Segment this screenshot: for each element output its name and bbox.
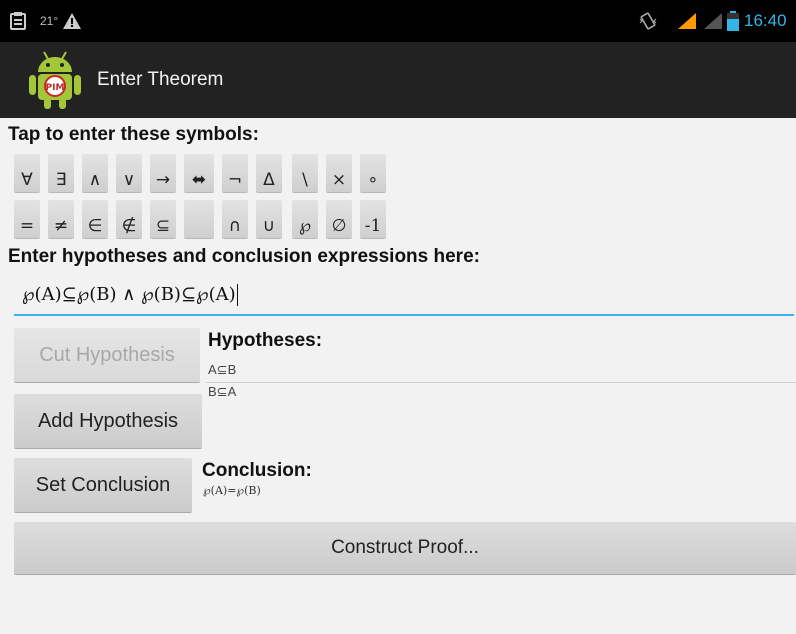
symbols-instruction: Tap to enter these symbols: (8, 124, 259, 145)
status-bar: 21° 16:40 (0, 0, 796, 42)
signal-secondary-icon (702, 0, 724, 42)
symbol-forall-button[interactable]: ∀ (14, 154, 40, 192)
theorem-entry-form: Tap to enter these symbols: ∀ ∃ ∧ ∨ → ⬌ … (0, 118, 796, 634)
symbol-inverse-button[interactable]: -1 (360, 200, 386, 238)
symbol-exists-button[interactable]: ∃ (48, 154, 74, 192)
hypothesis-item[interactable]: A⊆B (206, 358, 796, 382)
action-bar: PIM Enter Theorem (0, 42, 796, 118)
symbol-not-element-of-button[interactable]: ∉ (116, 200, 142, 238)
symbol-not-button[interactable]: ¬ (222, 154, 248, 192)
expression-instruction: Enter hypotheses and conclusion expressi… (8, 246, 480, 267)
symbol-element-of-button[interactable]: ∈ (82, 200, 108, 238)
hypotheses-heading: Hypotheses: (208, 330, 323, 351)
symbol-power-set-button[interactable]: ℘ (292, 200, 318, 238)
battery-icon (727, 0, 739, 42)
symbol-blank-button[interactable] (184, 200, 214, 238)
symbol-or-button[interactable]: ∨ (116, 154, 142, 192)
conclusion-heading: Conclusion: (202, 460, 312, 481)
temperature-indicator: 21° (40, 14, 59, 28)
symbol-times-button[interactable]: × (326, 154, 352, 192)
symbol-symmetric-difference-button[interactable]: Δ (256, 154, 282, 192)
signal-strength-icon (676, 0, 698, 42)
cut-hypothesis-button[interactable]: Cut Hypothesis (14, 328, 200, 382)
symbol-equals-button[interactable]: = (14, 200, 40, 238)
symbol-union-button[interactable]: ∪ (256, 200, 282, 238)
app-logo-icon[interactable]: PIM (22, 48, 88, 110)
text-cursor (236, 284, 238, 306)
hypotheses-list: A⊆B (206, 358, 796, 382)
conclusion-value: ℘(A)=℘(B) (203, 484, 261, 497)
symbol-empty-set-button[interactable]: ∅ (326, 200, 352, 238)
symbol-intersection-button[interactable]: ∩ (222, 200, 248, 238)
construct-proof-button[interactable]: Construct Proof... (14, 522, 796, 574)
symbol-iff-button[interactable]: ⬌ (184, 154, 214, 192)
list-divider (206, 382, 796, 383)
vibrate-icon (638, 0, 658, 42)
expression-input-value: ℘(A)⊆℘(B) ∧ ℘(B)⊆℘(A) (22, 284, 236, 305)
screen-title: Enter Theorem (97, 69, 224, 90)
symbol-implies-button[interactable]: → (150, 154, 176, 192)
symbol-compose-button[interactable]: ∘ (360, 154, 386, 192)
expression-input[interactable]: ℘(A)⊆℘(B) ∧ ℘(B)⊆℘(A) (14, 278, 794, 316)
symbol-not-equals-button[interactable]: ≠ (48, 200, 74, 238)
set-conclusion-button[interactable]: Set Conclusion (14, 458, 192, 512)
symbol-set-minus-button[interactable]: \ (292, 154, 318, 192)
add-hypothesis-button[interactable]: Add Hypothesis (14, 394, 202, 448)
clock: 16:40 (744, 11, 787, 30)
symbol-subset-eq-button[interactable]: ⊆ (150, 200, 176, 238)
symbol-and-button[interactable]: ∧ (82, 154, 108, 192)
clipboard-icon (10, 0, 26, 42)
svg-text:PIM: PIM (46, 83, 65, 93)
hypothesis-item[interactable]: B⊆A (208, 384, 236, 400)
warning-icon (62, 0, 82, 42)
